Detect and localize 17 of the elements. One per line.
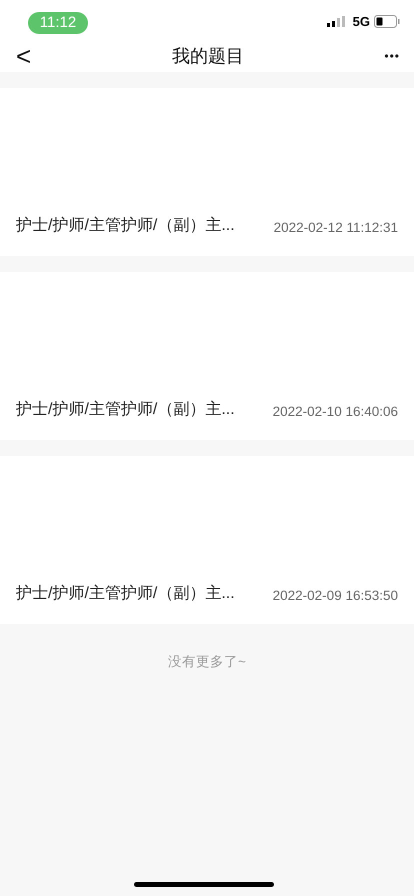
record-card[interactable]: 护士/护师/主管护师/（副）主... 2022-02-09 16:53:50: [0, 456, 414, 624]
record-date: 2022-02-12 11:12:31: [274, 218, 398, 237]
more-button[interactable]: •••: [384, 47, 400, 65]
record-date: 2022-02-10 16:40:06: [272, 402, 398, 421]
record-title: 护士/护师/主管护师/（副）主...: [16, 400, 235, 420]
network-label: 5G: [352, 13, 370, 31]
record-date: 2022-02-09 16:53:50: [272, 586, 398, 605]
back-button[interactable]: <: [16, 43, 32, 69]
status-time: 11:12: [28, 12, 88, 34]
page-title: 我的题目: [172, 44, 244, 68]
signal-icon: [326, 16, 345, 28]
end-of-list-note: 没有更多了~: [167, 653, 247, 671]
battery-icon: [374, 15, 400, 28]
record-title: 护士/护师/主管护师/（副）主...: [16, 584, 235, 604]
record-title: 护士/护师/主管护师/（副）主...: [16, 216, 235, 236]
record-card[interactable]: 护士/护师/主管护师/（副）主... 2022-02-12 11:12:31: [0, 88, 414, 256]
record-card[interactable]: 护士/护师/主管护师/（副）主... 2022-02-10 16:40:06: [0, 272, 414, 440]
